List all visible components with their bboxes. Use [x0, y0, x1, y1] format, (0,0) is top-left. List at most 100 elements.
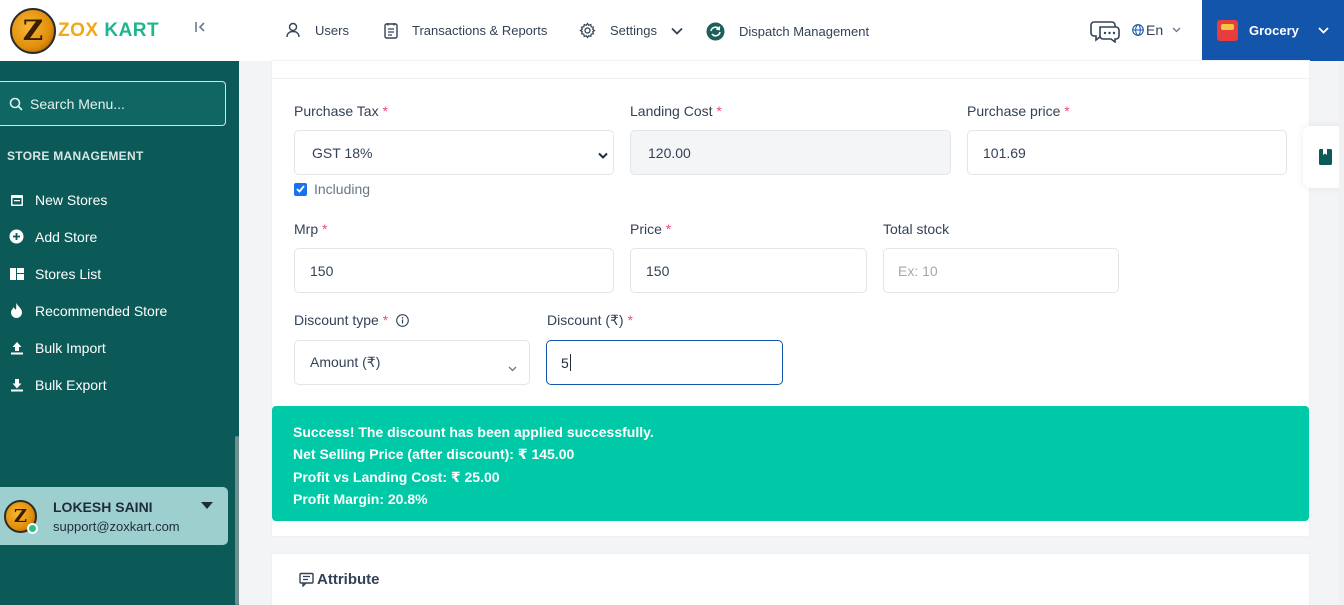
discount-type-select[interactable]: Amount (₹): [294, 340, 530, 385]
including-checkbox-row[interactable]: Including: [294, 181, 370, 197]
purchase-price-label: Purchase price *: [967, 103, 1070, 119]
sidebar-item-label: Bulk Export: [35, 376, 107, 393]
mrp-field[interactable]: 150: [294, 248, 614, 293]
search-menu-input[interactable]: Search Menu...: [0, 81, 226, 126]
floating-side-button[interactable]: [1303, 126, 1344, 188]
nav-transactions-label: Transactions & Reports: [412, 23, 548, 38]
bookmark-icon: [1319, 149, 1332, 165]
sidebar-item-bulk-export[interactable]: Bulk Export: [0, 366, 239, 403]
card-divider: [272, 78, 1309, 79]
sidebar-item-label: Stores List: [35, 265, 102, 282]
discount-value: 5: [561, 354, 569, 371]
sidebar-item-add-store[interactable]: Add Store: [0, 218, 239, 255]
nav-transactions-reports[interactable]: Transactions & Reports: [384, 22, 547, 39]
search-placeholder: Search Menu...: [30, 95, 125, 112]
mrp-label-text: Mrp: [294, 221, 319, 237]
purchase-price-value: 101.69: [983, 144, 1026, 161]
info-icon[interactable]: [396, 313, 410, 327]
sidebar-item-stores-list[interactable]: Stores List: [0, 255, 239, 292]
plus-circle-icon: [9, 229, 24, 244]
user-info: LOKESH SAINI support@zoxkart.com: [53, 499, 180, 534]
language-selector[interactable]: En: [1132, 22, 1181, 38]
chevron-down-icon: [598, 147, 608, 163]
chevron-down-icon: [1172, 27, 1181, 33]
required-mark: *: [1064, 103, 1070, 119]
module-switcher-button[interactable]: Grocery: [1202, 0, 1344, 61]
sidebar-item-label: Recommended Store: [35, 302, 168, 319]
profit-margin: Profit Margin: 20.8%: [293, 490, 428, 507]
purchase-tax-label-text: Purchase Tax: [294, 103, 379, 119]
total-stock-placeholder: Ex: 10: [898, 262, 938, 279]
alert-message: Success! The discount has been applied s…: [293, 424, 654, 440]
total-stock-field[interactable]: Ex: 10: [883, 248, 1119, 293]
sidebar: Z ZOX KART Search Menu... STORE MANAGEME…: [0, 0, 239, 605]
page-scrollbar[interactable]: [1339, 61, 1344, 605]
online-status-dot: [27, 522, 38, 534]
mrp-value: 150: [310, 262, 334, 279]
download-icon: [9, 377, 24, 392]
purchase-tax-label: Purchase Tax *: [294, 103, 388, 119]
purchase-price-field[interactable]: 101.69: [967, 130, 1287, 175]
sidebar-item-label: Bulk Import: [35, 339, 106, 356]
language-label: En: [1146, 22, 1164, 38]
collapse-sidebar-icon[interactable]: [194, 20, 208, 39]
landing-cost-value: 120.00: [648, 144, 691, 161]
purchase-tax-value: GST 18%: [312, 144, 373, 161]
nav-users[interactable]: Users: [285, 22, 349, 38]
sidebar-item-new-stores[interactable]: New Stores: [0, 181, 239, 218]
sidebar-scrollbar[interactable]: [235, 436, 239, 605]
landing-cost-field: 120.00: [630, 130, 951, 175]
nav-settings-label: Settings: [610, 23, 657, 38]
user-card[interactable]: Z LOKESH SAINI support@zoxkart.com: [0, 487, 228, 545]
user-email: support@zoxkart.com: [53, 518, 180, 534]
chevron-down-icon: [1318, 27, 1329, 34]
brand-logo[interactable]: Z: [10, 7, 56, 54]
purchase-tax-select[interactable]: GST 18%: [294, 130, 614, 175]
success-alert: Success! The discount has been applied s…: [272, 406, 1309, 521]
total-stock-label-text: Total stock: [883, 221, 950, 237]
logo-letter: Z: [22, 14, 44, 47]
upload-icon: [9, 340, 24, 355]
section-title: STORE MANAGEMENT: [7, 149, 144, 163]
text-cursor: [569, 354, 571, 371]
nav-settings[interactable]: Settings: [579, 22, 683, 39]
required-mark: *: [322, 221, 328, 237]
profit-vs-landing-cost: Profit vs Landing Cost: ₹ 25.00: [293, 468, 500, 485]
attribute-icon: [299, 572, 314, 587]
nav-dispatch-management[interactable]: Dispatch Management: [706, 22, 869, 41]
discount-type-label: Discount type *: [294, 312, 410, 328]
sidebar-nav: New Stores Add Store Stores List Recomme…: [0, 181, 239, 403]
required-mark: *: [716, 103, 722, 119]
basket-icon: [1217, 20, 1238, 41]
including-checkbox[interactable]: [294, 182, 307, 196]
total-stock-label: Total stock: [883, 221, 949, 237]
brand-name-part1: ZOX: [58, 19, 99, 41]
brand-name: ZOX KART: [58, 20, 159, 42]
avatar[interactable]: Z: [4, 499, 38, 534]
sidebar-item-recommended-store[interactable]: Recommended Store: [0, 292, 239, 329]
price-label: Price *: [630, 221, 671, 237]
attribute-card: [271, 553, 1310, 605]
chevron-down-icon[interactable]: [671, 23, 683, 38]
chat-icon[interactable]: [1090, 19, 1120, 48]
topbar: Users Transactions & Reports Settings Di…: [239, 0, 1344, 61]
user-name: LOKESH SAINI: [53, 498, 153, 515]
discount-type-label-text: Discount type: [294, 312, 379, 328]
price-field[interactable]: 150: [630, 248, 867, 293]
purchase-price-label-text: Purchase price: [967, 103, 1061, 119]
sidebar-item-label: Add Store: [35, 228, 98, 245]
price-value: 150: [646, 262, 670, 279]
discount-label: Discount (₹) *: [547, 312, 633, 329]
sidebar-item-bulk-import[interactable]: Bulk Import: [0, 329, 239, 366]
price-label-text: Price: [630, 221, 662, 237]
discount-label-text: Discount (₹): [547, 312, 624, 328]
gear-icon: [579, 22, 596, 39]
caret-down-icon[interactable]: [201, 502, 213, 509]
globe-icon: [1132, 24, 1144, 36]
report-icon: [384, 22, 398, 39]
discount-type-value: Amount (₹): [310, 354, 381, 370]
module-label: Grocery: [1249, 23, 1299, 38]
discount-field[interactable]: 5: [546, 340, 783, 385]
net-selling-price: Net Selling Price (after discount): ₹ 14…: [293, 446, 575, 463]
flame-icon: [9, 303, 24, 318]
